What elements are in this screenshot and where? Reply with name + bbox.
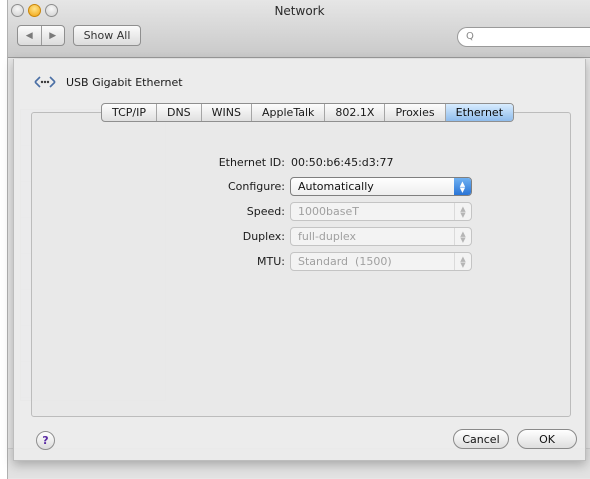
duplex-label: Duplex: (242, 230, 285, 243)
speed-label: Speed: (246, 205, 285, 218)
tab-tcpip[interactable]: TCP/IP (102, 104, 156, 121)
tab-ethernet[interactable]: Ethernet (444, 104, 514, 121)
duplex-label-wrap: Duplex: (185, 227, 285, 247)
popup-arrows-icon: ▲ ▼ (454, 178, 471, 195)
network-window: Network ◀ ▶ Show All Q USB Gigabit Ether… (7, 0, 590, 479)
speed-value: 1000baseT (298, 205, 359, 218)
search-field[interactable]: Q (457, 27, 590, 47)
ok-button[interactable]: OK (517, 429, 577, 449)
mtu-label: MTU: (257, 255, 285, 268)
configure-popup[interactable]: Automatically ▲ ▼ (290, 177, 472, 196)
ethernet-icon (32, 73, 58, 91)
window-title: Network (274, 4, 325, 18)
title-toolbar: Network ◀ ▶ Show All Q (8, 0, 590, 58)
forward-arrow-icon[interactable]: ▶ (40, 26, 65, 45)
popup-arrows-icon: ▲ ▼ (454, 203, 471, 220)
duplex-popup[interactable]: full-duplex ▲ ▼ (290, 227, 472, 246)
show-all-button[interactable]: Show All (73, 25, 141, 46)
help-icon[interactable]: ? (36, 431, 55, 450)
speed-popup[interactable]: 1000baseT ▲ ▼ (290, 202, 472, 221)
tab-wins[interactable]: WINS (200, 104, 251, 121)
search-icon: Q (466, 31, 474, 42)
configure-label: Configure: (227, 180, 285, 193)
tab-8021x[interactable]: 802.1X (324, 104, 384, 121)
speed-label-wrap: Speed: (185, 202, 285, 222)
popup-arrows-icon: ▲ ▼ (454, 253, 471, 270)
mtu-label-wrap: MTU: (185, 252, 285, 272)
interface-header: USB Gigabit Ethernet (32, 73, 183, 91)
back-arrow-icon[interactable]: ◀ (18, 26, 41, 45)
tab-proxies[interactable]: Proxies (384, 104, 444, 121)
popup-arrows-icon: ▲ ▼ (454, 228, 471, 245)
interface-name: USB Gigabit Ethernet (66, 75, 183, 89)
mtu-value: Standard (1500) (298, 255, 392, 268)
cancel-button[interactable]: Cancel (453, 429, 509, 449)
ethernet-id-label-wrap: Ethernet ID: (185, 153, 285, 173)
ethernet-id-label: Ethernet ID: (218, 156, 285, 169)
tab-content-panel: Ethernet ID: 00:50:b6:45:d3:77 Configure… (31, 112, 571, 417)
advanced-sheet: USB Gigabit Ethernet Ethernet ID: 00:50:… (13, 59, 586, 461)
duplex-value: full-duplex (298, 230, 357, 243)
tab-bar: TCP/IP DNS WINS AppleTalk 802.1X Proxies… (101, 103, 515, 122)
configure-label-wrap: Configure: (185, 177, 285, 197)
configure-value: Automatically (298, 180, 374, 193)
ethernet-id-value: 00:50:b6:45:d3:77 (291, 156, 394, 169)
mtu-popup[interactable]: Standard (1500) ▲ ▼ (290, 252, 472, 271)
tab-appletalk[interactable]: AppleTalk (251, 104, 324, 121)
tab-dns[interactable]: DNS (155, 104, 201, 121)
back-forward-control: ◀ ▶ (17, 25, 65, 46)
